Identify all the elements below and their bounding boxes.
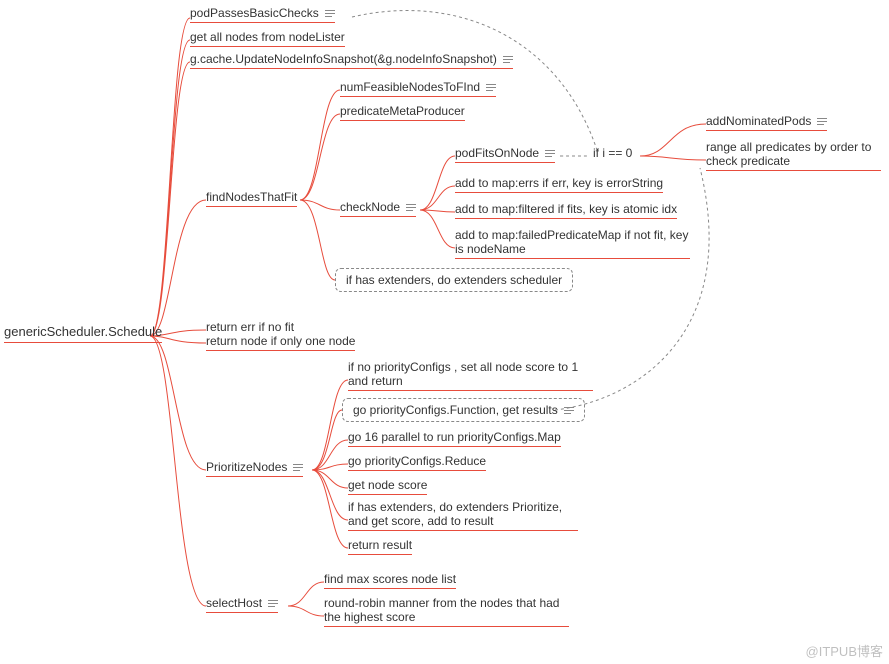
label: if has extenders, do extenders scheduler <box>346 273 562 287</box>
watermark-label: @ITPUB博客 <box>806 644 883 659</box>
node-num-feasible[interactable]: numFeasibleNodesToFInd <box>340 80 496 97</box>
notes-icon <box>486 84 496 91</box>
label: return node if only one node <box>206 334 355 348</box>
notes-icon <box>325 10 335 17</box>
node-prio-no-config[interactable]: if no priorityConfigs , set all node sco… <box>348 360 593 391</box>
label: PrioritizeNodes <box>206 460 287 474</box>
label: go 16 parallel to run priorityConfigs.Ma… <box>348 430 561 444</box>
notes-icon <box>293 464 303 471</box>
node-return-result[interactable]: return result <box>348 538 412 555</box>
label: predicateMetaProducer <box>340 104 465 118</box>
label: find max scores node list <box>324 572 456 586</box>
notes-icon <box>564 407 574 414</box>
node-map-filtered[interactable]: add to map:filtered if fits, key is atom… <box>455 202 677 219</box>
node-select-host[interactable]: selectHost <box>206 596 278 613</box>
node-if-i0[interactable]: if i == 0 <box>593 146 632 162</box>
node-predicate-meta[interactable]: predicateMetaProducer <box>340 104 465 121</box>
label: podPassesBasicChecks <box>190 6 319 20</box>
node-map-failed[interactable]: add to map:failedPredicateMap if not fit… <box>455 228 690 259</box>
node-return-node-if-only-one[interactable]: return node if only one node <box>206 334 355 351</box>
label: add to map:errs if err, key is errorStri… <box>455 176 663 190</box>
label: g.cache.UpdateNodeInfoSnapshot(&g.nodeIn… <box>190 52 497 66</box>
node-ext-prioritize[interactable]: if has extenders, do extenders Prioritiz… <box>348 500 578 531</box>
node-add-nominated[interactable]: addNominatedPods <box>706 114 827 131</box>
node-prioritize-nodes[interactable]: PrioritizeNodes <box>206 460 303 477</box>
label: findNodesThatFit <box>206 190 297 204</box>
label: get all nodes from nodeLister <box>190 30 345 44</box>
notes-icon <box>817 118 827 125</box>
label: go priorityConfigs.Reduce <box>348 454 486 468</box>
label: range all predicates by order to check p… <box>706 140 881 168</box>
node-get-all-nodes[interactable]: get all nodes from nodeLister <box>190 30 345 47</box>
node-find-max-scores[interactable]: find max scores node list <box>324 572 456 589</box>
label: checkNode <box>340 200 400 214</box>
node-pod-fits[interactable]: podFitsOnNode <box>455 146 555 163</box>
notes-icon <box>545 150 555 157</box>
root-node[interactable]: genericScheduler.Schedule <box>4 324 162 343</box>
label: get node score <box>348 478 427 492</box>
label: podFitsOnNode <box>455 146 539 160</box>
node-map-err[interactable]: add to map:errs if err, key is errorStri… <box>455 176 663 193</box>
label: if has extenders, do extenders Prioritiz… <box>348 500 578 528</box>
label: return result <box>348 538 412 552</box>
label: go priorityConfigs.Function, get results <box>353 403 558 417</box>
node-pod-passes[interactable]: podPassesBasicChecks <box>190 6 335 23</box>
node-extenders-scheduler[interactable]: if has extenders, do extenders scheduler <box>335 268 573 292</box>
node-check-node[interactable]: checkNode <box>340 200 416 217</box>
label: return err if no fit <box>206 320 294 334</box>
notes-icon <box>268 600 278 607</box>
label: add to map:filtered if fits, key is atom… <box>455 202 677 216</box>
node-range-predicates[interactable]: range all predicates by order to check p… <box>706 140 881 171</box>
watermark: @ITPUB博客 <box>806 641 883 660</box>
label: round-robin manner from the nodes that h… <box>324 596 569 624</box>
node-update-snapshot[interactable]: g.cache.UpdateNodeInfoSnapshot(&g.nodeIn… <box>190 52 513 69</box>
notes-icon <box>503 56 513 63</box>
label: if i == 0 <box>593 146 632 160</box>
label: addNominatedPods <box>706 114 811 128</box>
node-go-16-parallel[interactable]: go 16 parallel to run priorityConfigs.Ma… <box>348 430 561 447</box>
node-find-nodes[interactable]: findNodesThatFit <box>206 190 297 207</box>
root-label: genericScheduler.Schedule <box>4 324 162 339</box>
node-prio-function[interactable]: go priorityConfigs.Function, get results <box>342 398 585 422</box>
node-get-score[interactable]: get node score <box>348 478 427 495</box>
label: add to map:failedPredicateMap if not fit… <box>455 228 690 256</box>
label: selectHost <box>206 596 262 610</box>
label: if no priorityConfigs , set all node sco… <box>348 360 593 388</box>
label: numFeasibleNodesToFInd <box>340 80 480 94</box>
node-round-robin[interactable]: round-robin manner from the nodes that h… <box>324 596 569 627</box>
node-prio-reduce[interactable]: go priorityConfigs.Reduce <box>348 454 486 471</box>
notes-icon <box>406 204 416 211</box>
